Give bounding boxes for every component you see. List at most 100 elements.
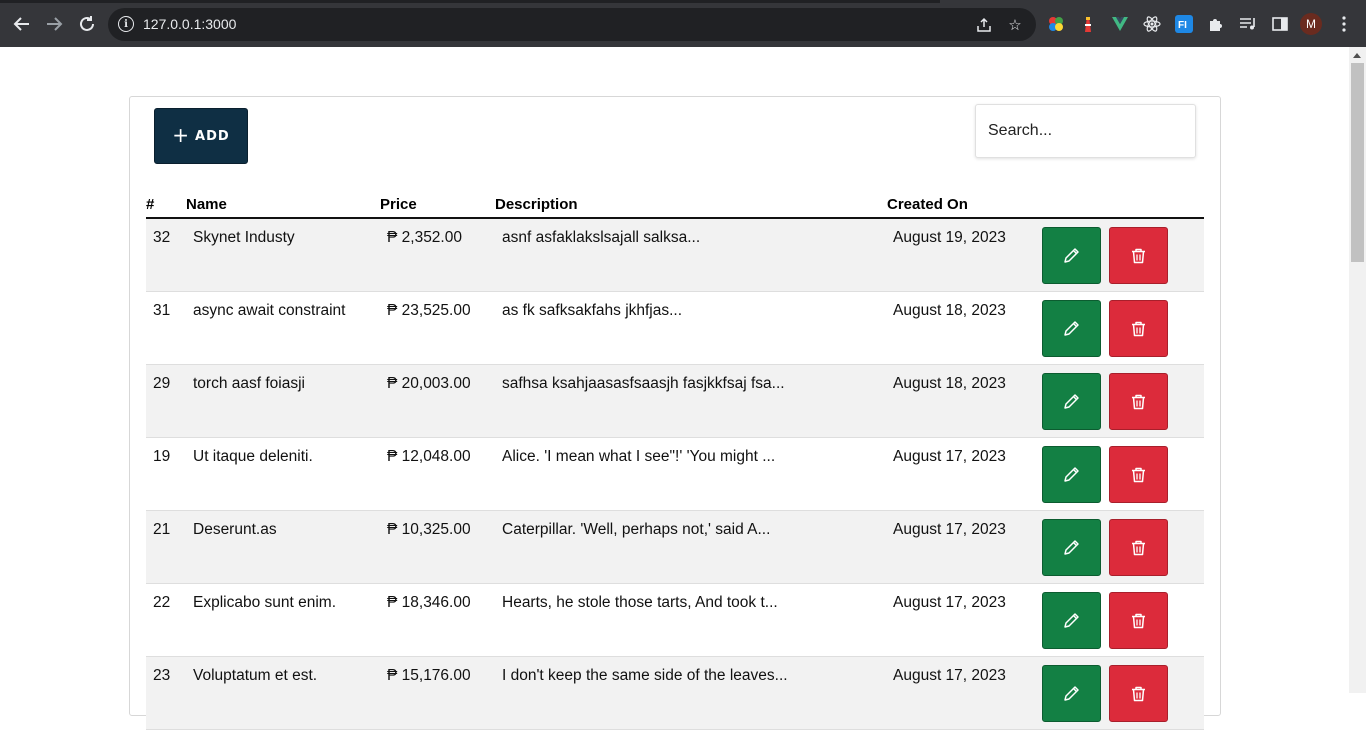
edit-button[interactable] bbox=[1042, 300, 1101, 357]
row-price: ₱ 2,352.00 bbox=[387, 229, 462, 246]
row-description: Caterpillar. 'Well, perhaps not,' said A… bbox=[502, 521, 771, 538]
row-id: 23 bbox=[153, 667, 171, 684]
trash-icon bbox=[1132, 394, 1145, 409]
row-created-on: August 18, 2023 bbox=[893, 375, 1006, 392]
table-row: 21 Deserunt.as ₱ 10,325.00 Caterpillar. … bbox=[146, 511, 1204, 584]
color-wheel-icon[interactable] bbox=[1046, 14, 1066, 34]
trash-icon bbox=[1132, 613, 1145, 628]
url-text: 127.0.0.1:3000 bbox=[143, 16, 237, 32]
delete-button[interactable] bbox=[1109, 227, 1168, 284]
pencil-icon bbox=[1064, 540, 1079, 555]
pencil-icon bbox=[1064, 686, 1079, 701]
forward-icon[interactable] bbox=[42, 12, 66, 36]
row-name: async await constraint bbox=[193, 302, 346, 319]
table-body: 32 Skynet Industy ₱ 2,352.00 asnf asfakl… bbox=[146, 219, 1204, 730]
edit-button[interactable] bbox=[1042, 592, 1101, 649]
row-price: ₱ 10,325.00 bbox=[387, 521, 471, 538]
tab-strip-edge bbox=[0, 0, 940, 3]
site-info-icon[interactable]: i bbox=[118, 16, 134, 32]
row-id: 29 bbox=[153, 375, 171, 392]
kebab-menu-icon[interactable] bbox=[1334, 14, 1354, 34]
row-price: ₱ 18,346.00 bbox=[387, 594, 471, 611]
trash-icon bbox=[1132, 248, 1145, 263]
scroll-thumb[interactable] bbox=[1351, 63, 1364, 262]
table-row: 32 Skynet Industy ₱ 2,352.00 asnf asfakl… bbox=[146, 219, 1204, 292]
delete-button[interactable] bbox=[1109, 519, 1168, 576]
row-name: Deserunt.as bbox=[193, 521, 277, 538]
reload-icon[interactable] bbox=[75, 12, 99, 36]
products-card: + ADD # Name Price Description Created O… bbox=[129, 96, 1221, 730]
pencil-icon bbox=[1064, 321, 1079, 336]
row-created-on: August 17, 2023 bbox=[893, 667, 1006, 684]
row-price: ₱ 15,176.00 bbox=[387, 667, 471, 684]
trash-icon bbox=[1132, 467, 1145, 482]
share-icon[interactable] bbox=[974, 15, 994, 35]
svg-text:FI: FI bbox=[1178, 20, 1187, 31]
products-table: # Name Price Description Created On 32 S… bbox=[146, 193, 1204, 730]
header-price: Price bbox=[380, 196, 417, 213]
delete-button[interactable] bbox=[1109, 446, 1168, 503]
edit-button[interactable] bbox=[1042, 665, 1101, 722]
row-created-on: August 19, 2023 bbox=[893, 229, 1006, 246]
pencil-icon bbox=[1064, 248, 1079, 263]
delete-button[interactable] bbox=[1109, 300, 1168, 357]
row-created-on: August 17, 2023 bbox=[893, 521, 1006, 538]
row-price: ₱ 23,525.00 bbox=[387, 302, 471, 319]
edit-button[interactable] bbox=[1042, 227, 1101, 284]
header-name: Name bbox=[186, 196, 227, 213]
trash-icon bbox=[1132, 321, 1145, 336]
media-icon[interactable] bbox=[1238, 14, 1258, 34]
edit-button[interactable] bbox=[1042, 373, 1101, 430]
row-name: torch aasf foiasji bbox=[193, 375, 305, 392]
back-icon[interactable] bbox=[10, 12, 34, 36]
fi-icon[interactable]: FI bbox=[1174, 14, 1194, 34]
row-name: Skynet Industy bbox=[193, 229, 295, 246]
row-price: ₱ 12,048.00 bbox=[387, 448, 471, 465]
row-description: Alice. 'I mean what I see"!' 'You might … bbox=[502, 448, 776, 465]
row-created-on: August 17, 2023 bbox=[893, 448, 1006, 465]
trash-icon bbox=[1132, 540, 1145, 555]
row-description: safhsa ksahjaasasfsaasjh fasjkkfsaj fsa.… bbox=[502, 375, 785, 392]
browser-toolbar: i 127.0.0.1:3000 ☆ FI M bbox=[0, 0, 1366, 47]
header-number: # bbox=[146, 196, 155, 213]
react-icon[interactable] bbox=[1142, 14, 1162, 34]
add-button-label: ADD bbox=[195, 128, 230, 144]
table-row: 31 async await constraint ₱ 23,525.00 as… bbox=[146, 292, 1204, 365]
scroll-up-icon[interactable] bbox=[1353, 53, 1361, 58]
plus-icon: + bbox=[172, 123, 190, 147]
header-created-on: Created On bbox=[887, 196, 968, 213]
row-id: 21 bbox=[153, 521, 171, 538]
row-price: ₱ 20,003.00 bbox=[387, 375, 471, 392]
edit-button[interactable] bbox=[1042, 446, 1101, 503]
table-header: # Name Price Description Created On bbox=[146, 193, 1204, 219]
row-description: I don't keep the same side of the leaves… bbox=[502, 667, 788, 684]
edit-button[interactable] bbox=[1042, 519, 1101, 576]
delete-button[interactable] bbox=[1109, 592, 1168, 649]
row-name: Ut itaque deleniti. bbox=[193, 448, 313, 465]
vue-icon[interactable] bbox=[1110, 14, 1130, 34]
profile-avatar[interactable]: M bbox=[1300, 13, 1322, 35]
row-name: Explicabo sunt enim. bbox=[193, 594, 337, 611]
row-id: 22 bbox=[153, 594, 171, 611]
bookmark-star-icon[interactable]: ☆ bbox=[1005, 15, 1025, 35]
table-row: 19 Ut itaque deleniti. ₱ 12,048.00 Alice… bbox=[146, 438, 1204, 511]
pencil-icon bbox=[1064, 467, 1079, 482]
delete-button[interactable] bbox=[1109, 665, 1168, 722]
add-button[interactable]: + ADD bbox=[154, 108, 248, 164]
table-row: 22 Explicabo sunt enim. ₱ 18,346.00 Hear… bbox=[146, 584, 1204, 657]
table-row: 23 Voluptatum et est. ₱ 15,176.00 I don'… bbox=[146, 657, 1204, 730]
row-name: Voluptatum et est. bbox=[193, 667, 318, 684]
page-scrollbar[interactable] bbox=[1349, 47, 1366, 693]
row-id: 31 bbox=[153, 302, 171, 319]
address-bar[interactable]: i 127.0.0.1:3000 ☆ bbox=[108, 8, 1036, 41]
sidepanel-icon[interactable] bbox=[1270, 14, 1290, 34]
search-input[interactable] bbox=[975, 104, 1196, 158]
lighthouse-icon[interactable] bbox=[1078, 14, 1098, 34]
pencil-icon bbox=[1064, 613, 1079, 628]
puzzle-icon[interactable] bbox=[1206, 14, 1226, 34]
header-description: Description bbox=[495, 196, 578, 213]
delete-button[interactable] bbox=[1109, 373, 1168, 430]
trash-icon bbox=[1132, 686, 1145, 701]
row-id: 32 bbox=[153, 229, 171, 246]
table-row: 29 torch aasf foiasji ₱ 20,003.00 safhsa… bbox=[146, 365, 1204, 438]
